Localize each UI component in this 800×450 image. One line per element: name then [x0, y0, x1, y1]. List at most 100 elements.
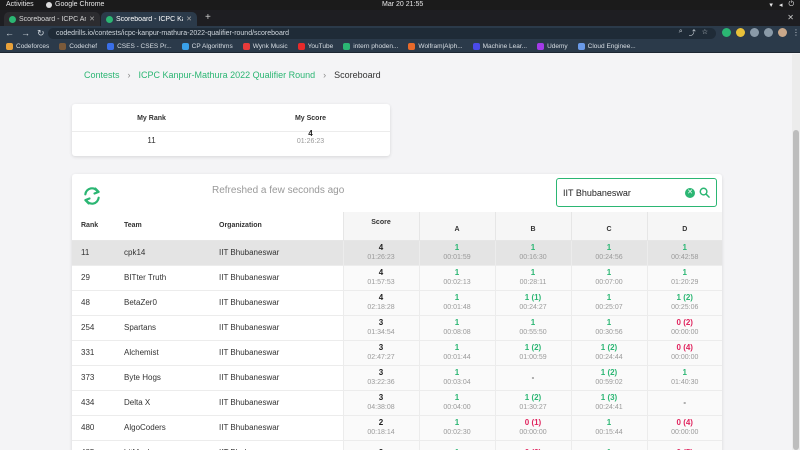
cell-team[interactable]: cpk14 [124, 240, 219, 265]
cell-rank: 331 [81, 348, 95, 357]
address-bar: ← → ↻ codedrills.io/contests/icpc-kanpur… [0, 26, 800, 41]
my-rank-value: 11 [147, 136, 156, 145]
cell-team[interactable]: BITter Truth [124, 265, 219, 290]
table-row[interactable]: 485bitMaskersIIT Bhubaneswar210 (2)10 (5… [72, 440, 722, 450]
reload-icon[interactable]: ↻ [37, 28, 45, 39]
url-input[interactable]: codedrills.io/contests/icpc-kanpur-mathu… [48, 28, 716, 39]
new-tab-icon[interactable]: + [205, 12, 211, 23]
score-time: 02:18:28 [367, 303, 395, 311]
cell-team[interactable]: Byte Hogs [124, 365, 219, 390]
cell-rank: 485 [72, 440, 124, 450]
cell-rank: 373 [81, 373, 95, 382]
bookmark-item[interactable]: YouTube [297, 43, 333, 50]
header-problem-d[interactable]: D [646, 212, 722, 241]
extension-icon[interactable] [736, 28, 745, 37]
scrollbar-thumb[interactable] [793, 130, 799, 450]
activities-button[interactable]: Activities [6, 1, 34, 8]
tab-icpc-kanpur[interactable]: Scoreboard - ICPC Kanpur ✕ [101, 12, 197, 26]
table-row[interactable]: 331 Alchemist IIT Bhubaneswar 3 02:47:27 1 00:… [72, 340, 722, 365]
bookmark-item[interactable]: Machine Lear... [472, 43, 528, 50]
bookmark-item[interactable]: Codeforces [6, 43, 49, 50]
problem-time: 00:03:04 [443, 378, 471, 386]
problem-time: 00:25:06 [671, 303, 699, 311]
forward-icon[interactable]: → [21, 28, 30, 39]
table-row[interactable]: 48 BetaZer0 IIT Bhubaneswar 4 02:18:28 1 00:01… [72, 290, 722, 315]
sidebar-icon[interactable] [764, 28, 773, 37]
scoreboard-table: Rank Team Organization Score A B C D 11 c… [72, 212, 722, 450]
problem-result: 0 (1) [524, 417, 542, 427]
cell-problem-b: 0 (2) [494, 440, 571, 450]
bookmark-item[interactable]: Udemy [537, 43, 568, 50]
problem-time: 00:24:41 [595, 403, 623, 411]
problem-time: 00:24:27 [519, 303, 547, 311]
extension-icon[interactable] [722, 28, 731, 37]
cell-problem-a: 1 00:03:04 [418, 365, 495, 390]
cell-problem-b: - [494, 365, 571, 390]
score-time: 03:22:36 [367, 378, 395, 386]
header-problem-b[interactable]: B [494, 212, 571, 241]
close-icon[interactable]: ✕ [186, 15, 192, 23]
problem-result: 1 [454, 367, 460, 377]
cell-team[interactable]: BetaZer0 [124, 290, 219, 315]
window-close-icon[interactable]: ✕ [787, 13, 794, 22]
score-time: 02:47:27 [367, 353, 395, 361]
bookmark-item[interactable]: Codechef [59, 43, 97, 50]
cell-problem-c: 1 00:15:44 [570, 415, 647, 440]
header-problem-a[interactable]: A [418, 212, 495, 241]
cell-team[interactable]: Spartans [124, 315, 219, 340]
table-row[interactable]: 480 AlgoCoders IIT Bhubaneswar 2 00:18:14 1 00… [72, 415, 722, 440]
page-content: Contests › ICPC Kanpur-Mathura 2022 Qual… [0, 54, 792, 450]
header-problem-c[interactable]: C [570, 212, 647, 241]
breadcrumb-contests[interactable]: Contests [84, 70, 120, 80]
system-tray[interactable]: ▾ ◂ ⏻ [769, 1, 794, 9]
problem-time: 01:30:27 [519, 403, 547, 411]
bookmark-label: Cloud Enginee... [587, 43, 636, 50]
problem-result: 1 [606, 267, 612, 277]
problem-result: 0 (2) [676, 317, 693, 327]
problem-result: 1 (2) [600, 342, 618, 352]
back-icon[interactable]: ← [5, 28, 14, 39]
problem-time: 00:00:00 [519, 428, 547, 436]
bookmark-item[interactable]: CP Algorithms [181, 43, 233, 50]
problem-time: 00:30:56 [595, 328, 623, 336]
search-icon[interactable] [699, 187, 710, 198]
bookmark-item[interactable]: intern phoden... [343, 43, 398, 50]
tab-icpc-americas[interactable]: Scoreboard - ICPC Americ ✕ [4, 12, 100, 26]
clear-icon[interactable]: ✕ [685, 188, 695, 198]
breadcrumb-round[interactable]: ICPC Kanpur-Mathura 2022 Qualifier Round [139, 70, 316, 80]
search-input[interactable] [563, 185, 681, 200]
bookmarks-bar: Codeforces Codechef CSES - CSES Pr... CP Al… [0, 41, 800, 53]
bookmark-label: Machine Lear... [482, 43, 528, 50]
bookmark-star-icon[interactable]: ☆ [702, 28, 708, 38]
puzzle-icon[interactable] [750, 28, 759, 37]
bookmark-label: CP Algorithms [191, 43, 233, 50]
cell-problem-c: 1 (3) 00:24:41 [570, 390, 647, 415]
search-icon[interactable]: ⌕ [679, 28, 683, 38]
cell-team[interactable]: AlgoCoders [124, 415, 219, 440]
close-icon[interactable]: ✕ [89, 15, 95, 23]
page-scrollbar[interactable] [792, 54, 800, 450]
avatar[interactable] [778, 28, 787, 37]
cell-score: 3 01:34:54 [342, 315, 419, 340]
table-row[interactable]: 29 BITter Truth IIT Bhubaneswar 4 01:57:53 1 0… [72, 265, 722, 290]
table-row[interactable]: 373 Byte Hogs IIT Bhubaneswar 3 03:22:36 1 00:… [72, 365, 722, 390]
cell-team[interactable]: Alchemist [124, 340, 219, 365]
table-row[interactable]: 11 cpk14 IIT Bhubaneswar 4 01:26:23 1 00:01:59… [72, 240, 722, 265]
bookmark-item[interactable]: Cloud Enginee... [577, 43, 636, 50]
cell-problem-a: 1 [418, 440, 495, 450]
table-row[interactable]: 254 Spartans IIT Bhubaneswar 3 01:34:54 1 00:0… [72, 315, 722, 340]
bookmark-item[interactable]: CSES - CSES Pr... [107, 43, 172, 50]
problem-result: - [531, 372, 535, 382]
app-menu[interactable]: Google Chrome [46, 1, 104, 8]
cell-organization: IIT Bhubaneswar [219, 348, 280, 357]
cell-team[interactable]: Delta X [124, 390, 219, 415]
share-icon[interactable]: ⤴ [689, 28, 696, 38]
bookmark-item[interactable]: Wolfram|Alph... [408, 43, 463, 50]
refresh-icon[interactable] [82, 186, 102, 206]
clock[interactable]: Mar 20 21:55 [382, 1, 423, 8]
problem-result: - [683, 397, 687, 407]
bookmark-item[interactable]: Wynk Music [242, 43, 288, 50]
table-row[interactable]: 434 Delta X IIT Bhubaneswar 3 04:38:08 1 00:04… [72, 390, 722, 415]
menu-icon[interactable]: ⋮ [792, 28, 800, 37]
cell-team[interactable]: bitMaskers [124, 440, 219, 450]
